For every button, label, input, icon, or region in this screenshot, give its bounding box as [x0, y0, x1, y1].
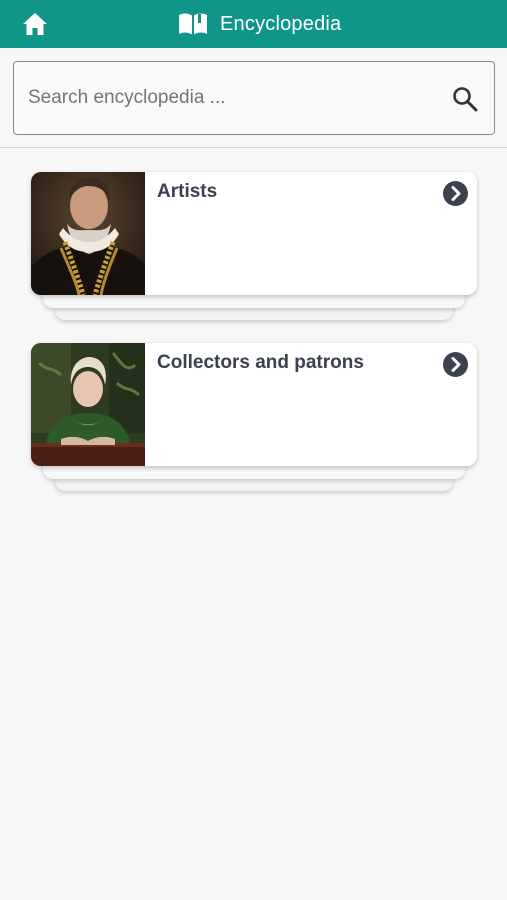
- home-button[interactable]: [20, 10, 50, 38]
- collectors-thumbnail: [31, 343, 145, 466]
- page-title: Encyclopedia: [220, 12, 342, 35]
- home-icon: [23, 13, 47, 35]
- search-icon[interactable]: [452, 86, 478, 112]
- chevron-right-circle-icon[interactable]: [443, 181, 468, 206]
- category-card-collectors[interactable]: Collectors and patrons: [31, 343, 477, 493]
- search-section: [0, 48, 507, 148]
- category-card[interactable]: Artists: [31, 172, 477, 295]
- search-input[interactable]: [28, 62, 438, 134]
- app-header: Encyclopedia: [0, 0, 507, 48]
- category-card-artists[interactable]: Artists: [31, 172, 477, 322]
- category-label: Artists: [157, 181, 218, 202]
- search-box[interactable]: [13, 61, 495, 135]
- category-label: Collectors and patrons: [157, 352, 364, 373]
- header-title-group: Encyclopedia: [178, 0, 341, 48]
- artists-thumbnail: [31, 172, 145, 295]
- category-card[interactable]: Collectors and patrons: [31, 343, 477, 466]
- chevron-right-circle-icon[interactable]: [443, 352, 468, 377]
- open-book-icon: [179, 13, 207, 35]
